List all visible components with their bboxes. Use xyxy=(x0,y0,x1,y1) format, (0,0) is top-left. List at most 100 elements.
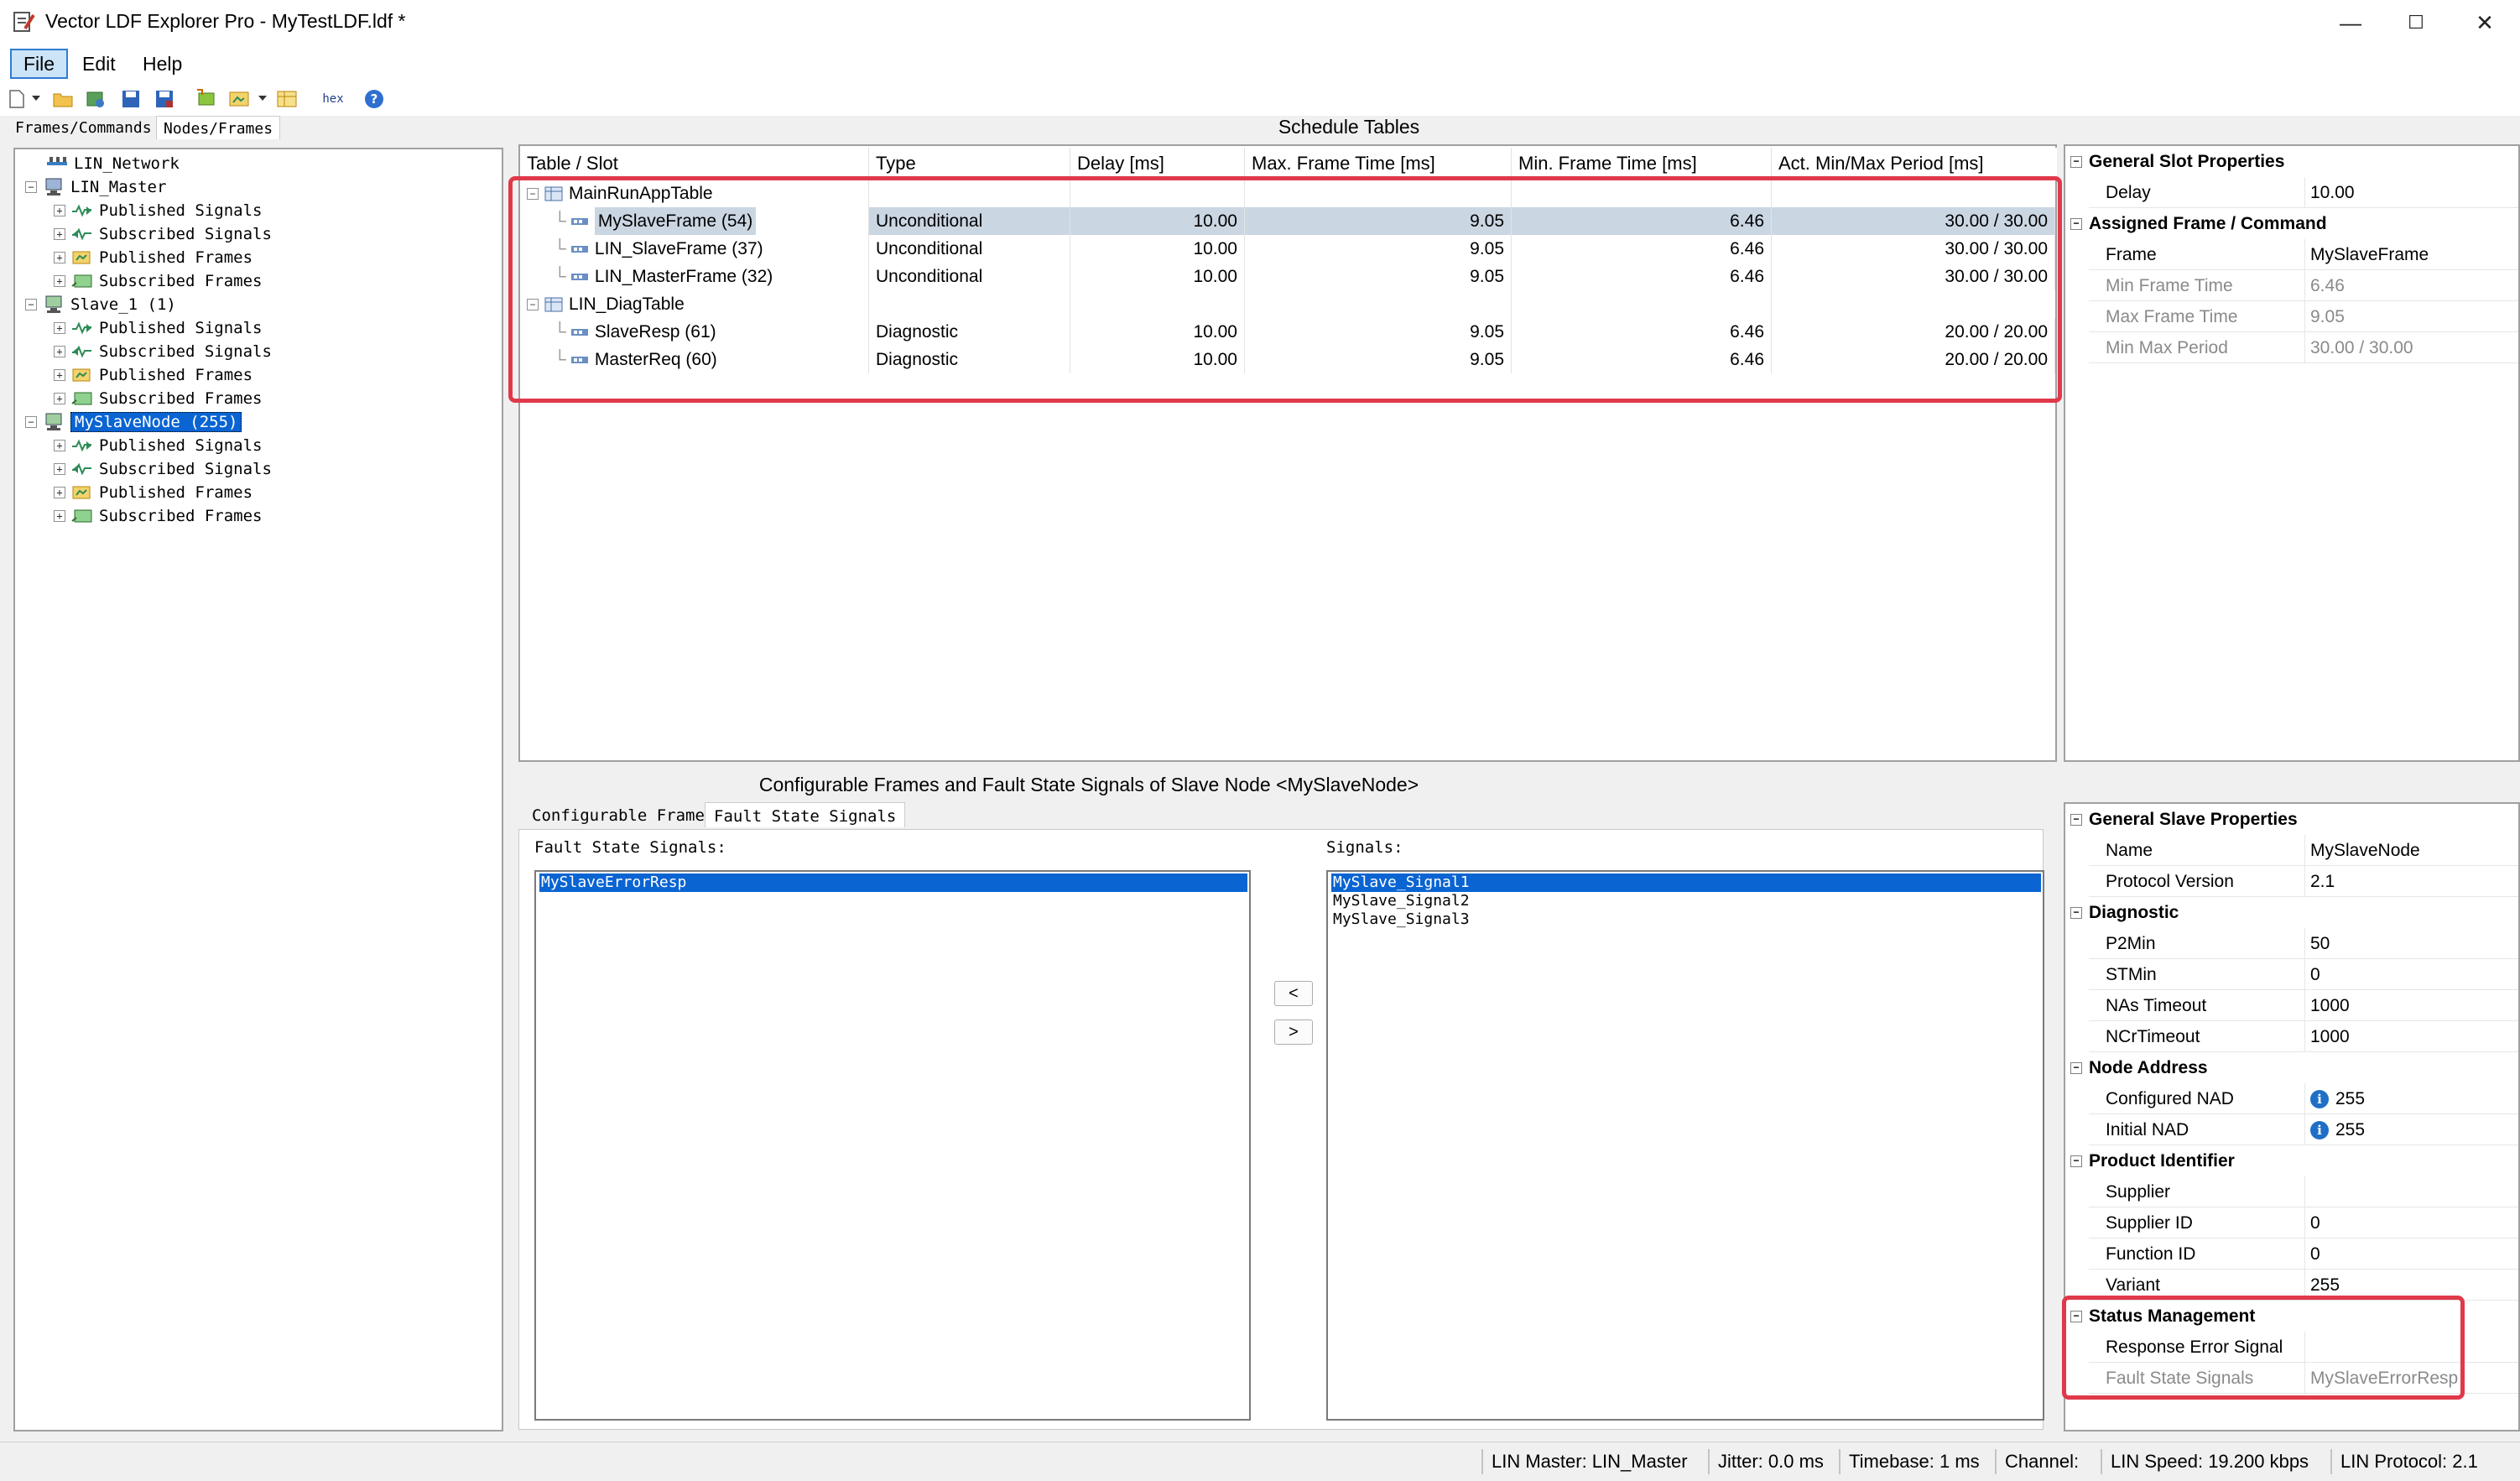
frame-in-icon xyxy=(70,507,94,525)
schedule-tables-title: Schedule Tables xyxy=(1278,116,1420,138)
tree-node-slave1[interactable]: − Slave_1 (1) xyxy=(25,294,176,315)
help-icon[interactable]: ? xyxy=(362,87,386,111)
slot-properties-panel: − General Slot Properties Delay 10.00 − Ass… xyxy=(2064,144,2520,762)
list-item[interactable]: MySlave_Signal1 xyxy=(1331,873,2041,892)
menu-file[interactable]: File xyxy=(10,49,69,79)
minimize-button[interactable]: — xyxy=(2315,0,2386,45)
signal-in-icon xyxy=(70,342,94,361)
tree-item-subscribed-frames[interactable]: + Subscribed Frames xyxy=(54,505,262,527)
maximize-button[interactable]: ☐ xyxy=(2381,0,2451,45)
category-diagnostic[interactable]: − Diagnostic xyxy=(2065,897,2179,928)
menu-help[interactable]: Help xyxy=(131,49,194,79)
title-bar: Vector LDF Explorer Pro - MyTestLDF.ldf … xyxy=(0,0,2520,45)
node-tree: LIN_Network − LIN_Master + Published Sign… xyxy=(13,148,503,1431)
list-item[interactable]: MySlave_Signal3 xyxy=(1331,910,1470,929)
toolbar: hex ? xyxy=(0,82,2520,116)
column-header-delay[interactable]: Delay [ms] xyxy=(1070,148,1245,178)
category-general-slot[interactable]: − General Slot Properties xyxy=(2065,146,2284,177)
close-button[interactable]: ✕ xyxy=(2450,0,2520,45)
svg-text:?: ? xyxy=(371,91,378,107)
add-node-icon[interactable] xyxy=(195,87,218,111)
tree-item-subscribed-frames[interactable]: + Subscribed Frames xyxy=(54,270,262,292)
status-lin-protocol: LIN Protocol: 2.1 xyxy=(2330,1449,2478,1474)
column-header-min-frame-time[interactable]: Min. Frame Time [ms] xyxy=(1512,148,1772,178)
expand-icon[interactable]: + xyxy=(54,346,65,357)
expand-icon[interactable]: + xyxy=(54,463,65,475)
expand-icon[interactable]: + xyxy=(54,228,65,240)
tab-fault-state-signals[interactable]: Fault State Signals xyxy=(705,802,906,827)
add-frame-dropdown-icon[interactable] xyxy=(257,87,268,111)
category-product-identifier[interactable]: − Product Identifier xyxy=(2065,1145,2235,1176)
tree-item-subscribed-frames[interactable]: + Subscribed Frames xyxy=(54,388,262,409)
status-lin-speed: LIN Speed: 19.200 kbps xyxy=(2101,1449,2309,1474)
expand-icon[interactable]: + xyxy=(54,510,65,522)
collapse-icon[interactable]: − xyxy=(2070,1155,2082,1167)
category-general-slave[interactable]: − General Slave Properties xyxy=(2065,804,2298,835)
tree-item-published-signals[interactable]: + Published Signals xyxy=(54,200,262,222)
expand-icon[interactable]: + xyxy=(54,393,65,404)
collapse-icon[interactable]: − xyxy=(25,299,37,310)
window-title: Vector LDF Explorer Pro - MyTestLDF.ldf … xyxy=(45,10,406,32)
fault-state-signals-label: Fault State Signals: xyxy=(534,838,726,857)
tree-item-published-frames[interactable]: + Published Frames xyxy=(54,364,253,386)
signal-out-icon xyxy=(70,201,94,220)
tab-frames-commands[interactable]: Frames/Commands xyxy=(8,116,159,139)
column-header-period[interactable]: Act. Min/Max Period [ms] xyxy=(1772,148,2057,178)
collapse-icon[interactable]: − xyxy=(2070,813,2082,826)
info-icon: i xyxy=(2310,1090,2329,1109)
list-item[interactable]: MySlave_Signal2 xyxy=(1331,892,1470,910)
move-left-button[interactable]: < xyxy=(1274,981,1313,1006)
column-header-type[interactable]: Type xyxy=(869,148,1070,178)
tree-node-master[interactable]: − LIN_Master xyxy=(25,176,166,198)
fault-state-list[interactable]: MySlaveErrorResp xyxy=(534,870,1251,1421)
collapse-icon[interactable]: − xyxy=(2070,217,2082,230)
status-jitter: Jitter: 0.0 ms xyxy=(1708,1449,1824,1474)
column-header-table-slot[interactable]: Table / Slot xyxy=(520,148,869,178)
expand-icon[interactable]: + xyxy=(54,275,65,287)
tree-item-subscribed-signals[interactable]: + Subscribed Signals xyxy=(54,223,272,245)
expand-icon[interactable]: + xyxy=(54,252,65,263)
expand-icon[interactable]: + xyxy=(54,322,65,334)
expand-icon[interactable]: + xyxy=(54,487,65,498)
expand-icon[interactable]: + xyxy=(54,205,65,216)
category-node-address[interactable]: − Node Address xyxy=(2065,1052,2208,1083)
collapse-icon[interactable]: − xyxy=(2070,906,2082,919)
signals-list[interactable]: MySlave_Signal1 MySlave_Signal2 MySlave_… xyxy=(1326,870,2044,1421)
tree-item-published-frames[interactable]: + Published Frames xyxy=(54,482,253,503)
import-icon[interactable] xyxy=(84,87,107,111)
tab-nodes-frames[interactable]: Nodes/Frames xyxy=(156,116,281,139)
tree-item-published-frames[interactable]: + Published Frames xyxy=(54,247,253,269)
save-icon[interactable] xyxy=(119,87,143,111)
collapse-icon[interactable]: − xyxy=(2070,155,2082,168)
tree-node-network[interactable]: LIN_Network xyxy=(45,153,180,175)
frame-out-icon xyxy=(70,366,94,384)
network-icon xyxy=(45,154,69,173)
collapse-icon[interactable]: − xyxy=(2070,1061,2082,1074)
tree-item-subscribed-signals[interactable]: + Subscribed Signals xyxy=(54,341,272,362)
highlight-status-management-box xyxy=(2062,1296,2465,1400)
expand-icon[interactable]: + xyxy=(54,369,65,381)
expand-icon[interactable]: + xyxy=(54,440,65,451)
save-all-icon[interactable] xyxy=(153,87,176,111)
hex-toggle-button[interactable]: hex xyxy=(319,87,347,111)
new-dropdown-icon[interactable] xyxy=(30,87,42,111)
move-right-button[interactable]: > xyxy=(1274,1019,1313,1045)
column-header-max-frame-time[interactable]: Max. Frame Time [ms] xyxy=(1245,148,1512,178)
add-frame-icon[interactable] xyxy=(228,87,252,111)
schedule-table-icon[interactable] xyxy=(275,87,299,111)
tree-node-myslavenode[interactable]: − MySlaveNode (255) xyxy=(25,411,242,433)
frame-in-icon xyxy=(70,272,94,290)
list-item[interactable]: MySlaveErrorResp xyxy=(539,873,1247,892)
tree-item-subscribed-signals[interactable]: + Subscribed Signals xyxy=(54,458,272,480)
collapse-icon[interactable]: − xyxy=(25,181,37,193)
menu-edit[interactable]: Edit xyxy=(70,49,128,79)
tree-item-published-signals[interactable]: + Published Signals xyxy=(54,317,262,339)
open-folder-icon[interactable] xyxy=(52,87,75,111)
signal-out-icon xyxy=(70,319,94,337)
new-file-icon[interactable] xyxy=(5,87,29,111)
status-channel: Channel: xyxy=(1995,1449,2079,1474)
tree-item-published-signals[interactable]: + Published Signals xyxy=(54,435,262,456)
category-assigned-frame[interactable]: − Assigned Frame / Command xyxy=(2065,208,2327,239)
collapse-icon[interactable]: − xyxy=(25,416,37,428)
tab-configurable-frames[interactable]: Configurable Frames xyxy=(523,802,722,827)
